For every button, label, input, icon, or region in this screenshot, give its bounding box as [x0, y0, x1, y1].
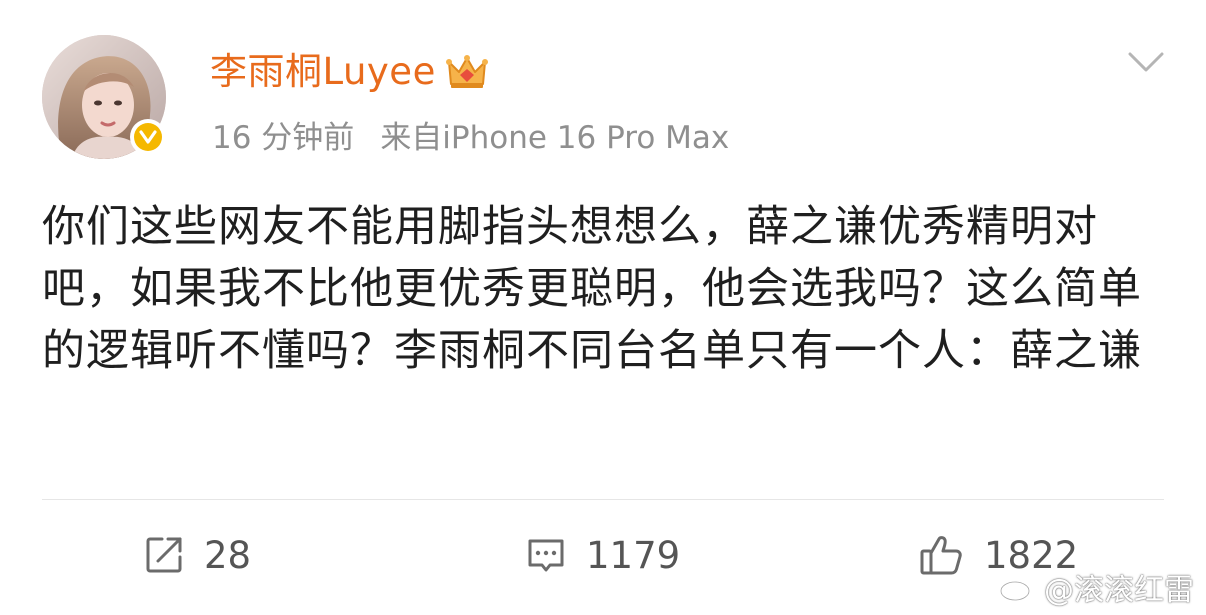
weibo-logo-icon	[999, 575, 1036, 602]
comment-button[interactable]: 1179	[524, 522, 680, 588]
comment-count: 1179	[586, 533, 681, 577]
post-source: 来自iPhone 16 Pro Max	[380, 119, 730, 156]
chevron-down-icon	[1128, 52, 1164, 72]
verified-v-icon	[134, 123, 162, 151]
more-options-button[interactable]	[1122, 44, 1170, 80]
post-body-text: 你们这些网友不能用脚指头想想么，薛之谦优秀精明对吧，如果我不比他更优秀更聪明，他…	[42, 202, 1142, 376]
comment-icon	[528, 539, 564, 572]
verified-badge	[130, 119, 166, 155]
weibo-post-card: 李雨桐Luyee 16 分钟前 来自iPhone 16 Pro Max 你们这些…	[0, 0, 1206, 615]
repost-icon	[146, 537, 182, 573]
username-link[interactable]: 李雨桐Luyee	[210, 46, 436, 98]
watermark: @滚滚红雷	[998, 565, 1194, 609]
repost-button[interactable]: 28	[142, 522, 251, 588]
avatar-container[interactable]	[42, 35, 166, 159]
post-meta: 16 分钟前 来自iPhone 16 Pro Max	[212, 112, 729, 156]
post-time: 16 分钟前	[212, 119, 355, 156]
username-row: 李雨桐Luyee	[210, 46, 488, 98]
thumbs-up-icon	[920, 536, 962, 575]
crown-icon[interactable]	[445, 52, 488, 92]
repost-count: 28	[204, 533, 252, 577]
watermark-text: @滚滚红雷	[1044, 573, 1194, 608]
divider	[42, 499, 1164, 500]
